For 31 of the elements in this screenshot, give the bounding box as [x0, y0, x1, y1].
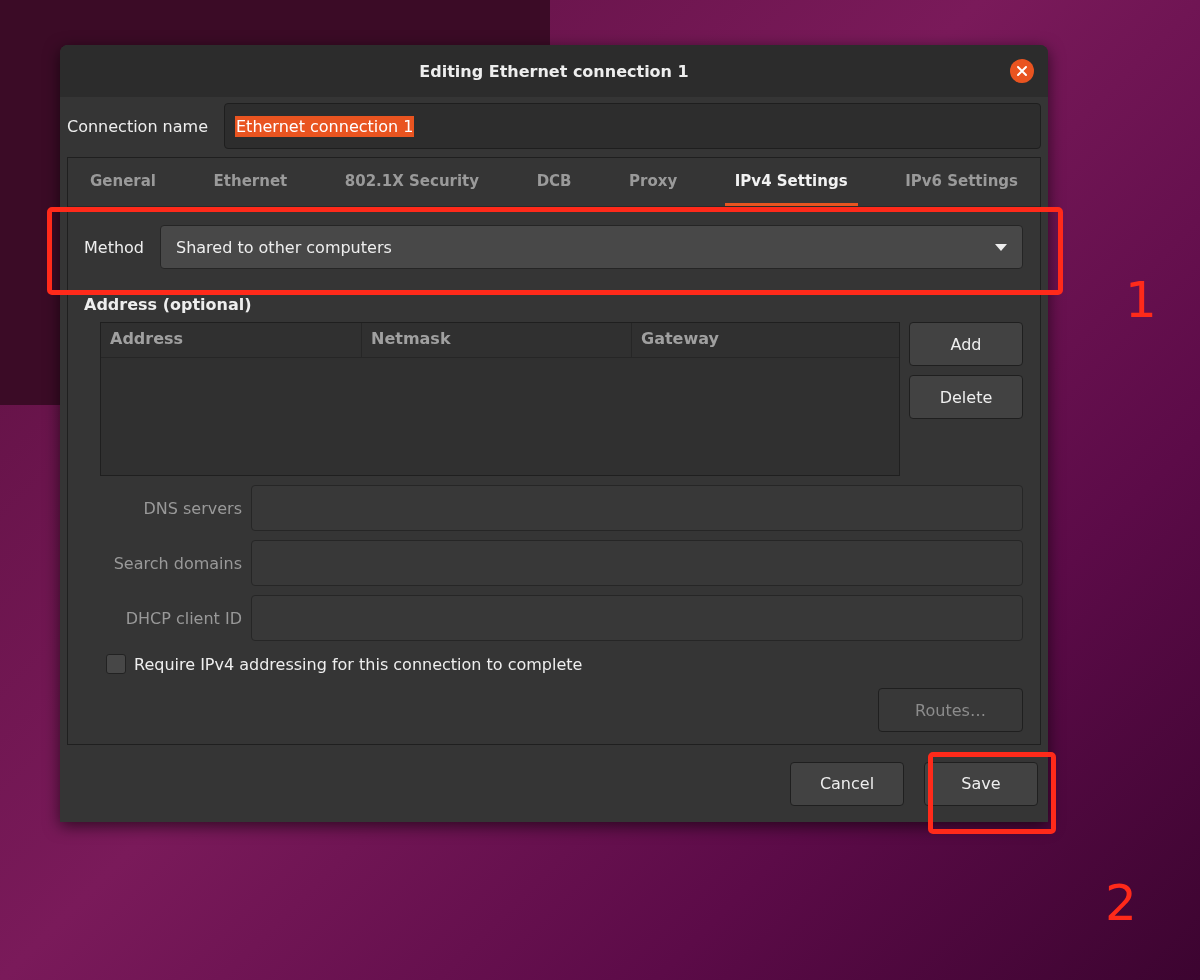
- close-button[interactable]: [1010, 59, 1034, 83]
- window-title: Editing Ethernet connection 1: [419, 61, 689, 81]
- annotation-number: 1: [1125, 275, 1157, 325]
- close-icon: [1016, 65, 1028, 77]
- column-header: Netmask: [361, 323, 631, 357]
- connection-name-value: Ethernet connection 1: [235, 115, 415, 137]
- field-label: DHCP client ID: [124, 608, 242, 628]
- tab[interactable]: 802.1X Security: [334, 158, 490, 206]
- method-label: Method: [84, 237, 144, 257]
- column-header: Address: [109, 328, 185, 350]
- tab[interactable]: Ethernet: [203, 158, 298, 206]
- caret-icon: [995, 243, 1007, 251]
- method-dropdown[interactable]: Shared to other computers: [160, 225, 1023, 269]
- tab[interactable]: DCB: [526, 158, 582, 206]
- annotation-number: 2: [1105, 878, 1137, 928]
- tab[interactable]: Proxy: [619, 158, 688, 206]
- table-action-button[interactable]: Delete: [909, 375, 1023, 419]
- tab[interactable]: IPv6 Settings: [895, 158, 1028, 206]
- connection-name-label: Connection name: [67, 116, 208, 136]
- field-label: DNS servers: [142, 498, 242, 518]
- field-label: Search domains: [112, 553, 242, 573]
- tab[interactable]: IPv4 Settings: [724, 158, 858, 206]
- section-title: Address (optional): [84, 295, 253, 314]
- column-header: Gateway: [631, 323, 899, 357]
- dialog-button[interactable]: Save: [924, 761, 1038, 806]
- dialog-button[interactable]: Cancel: [790, 761, 904, 806]
- checkbox[interactable]: [106, 654, 126, 674]
- connection-name-field[interactable]: Ethernet connection 1: [224, 103, 1041, 149]
- tab[interactable]: General: [80, 158, 166, 206]
- table-action-button[interactable]: Add: [909, 322, 1023, 366]
- checkbox-label: Require IPv4 addressing for this connection to complete: [134, 654, 583, 674]
